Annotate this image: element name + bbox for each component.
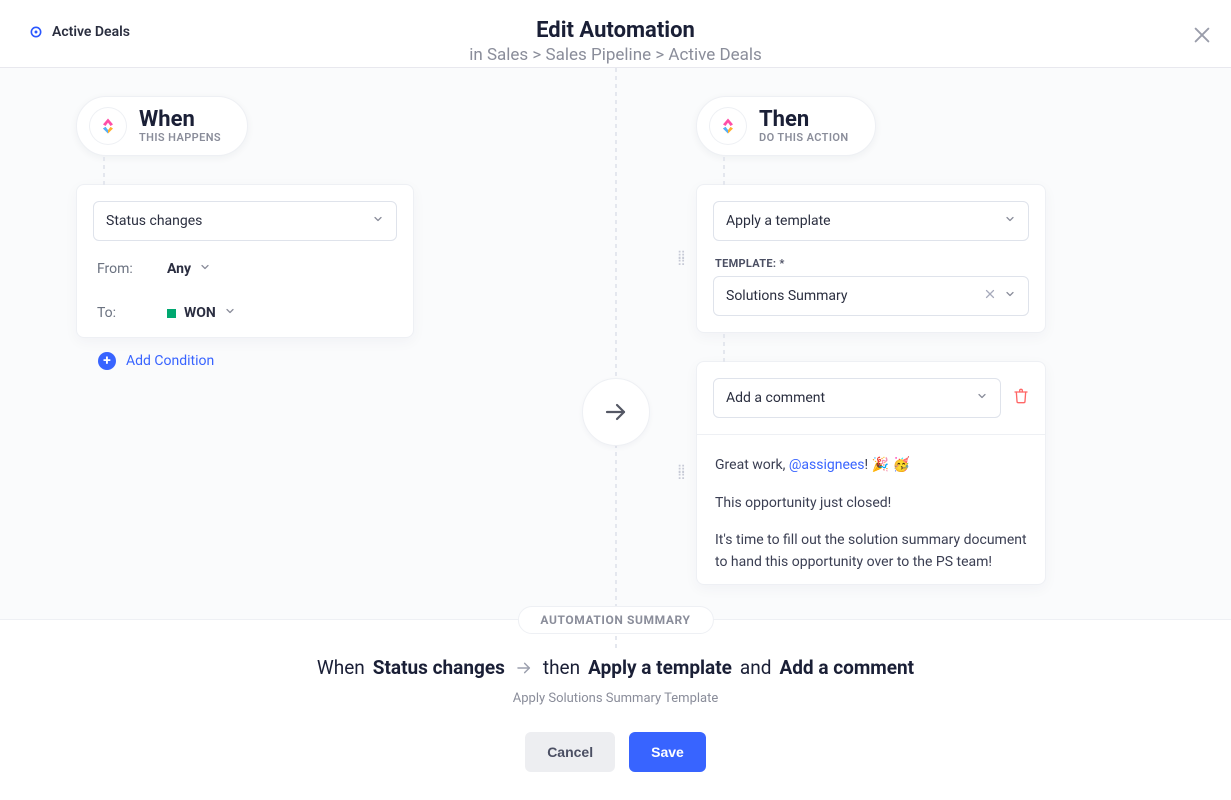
plus-circle-icon: + (98, 352, 116, 370)
save-button[interactable]: Save (629, 732, 706, 772)
title-block: Edit Automation in Sales > Sales Pipelin… (469, 18, 762, 65)
connector-line (723, 157, 725, 185)
mention-assignees[interactable]: @assignees (789, 457, 865, 473)
from-value: Any (167, 261, 191, 277)
drag-handle-icon[interactable]: ⠿⠿ (677, 467, 687, 479)
direction-arrow-icon (582, 378, 650, 446)
summary-action-1: Apply a template (588, 656, 732, 679)
clickup-logo-icon (709, 107, 747, 145)
location-text: Active Deals (52, 24, 130, 40)
then-column: Then DO THIS ACTION ⠿⠿ Apply a template … (696, 96, 1136, 585)
from-label: From: (97, 261, 147, 277)
chevron-down-icon (1004, 288, 1016, 304)
comment-text: It's time to fill out the solution summa… (715, 530, 1027, 573)
vertical-divider (615, 68, 617, 651)
when-title: When (139, 108, 221, 131)
then-title: Then (759, 108, 849, 131)
from-row: From: Any (93, 251, 397, 277)
status-color-swatch (167, 309, 176, 318)
chevron-down-icon (1004, 213, 1016, 229)
add-condition-label: Add Condition (126, 353, 214, 369)
template-select[interactable]: Solutions Summary (713, 276, 1029, 316)
automation-canvas: When THIS HAPPENS Status changes From: A… (0, 68, 1231, 620)
cancel-button[interactable]: Cancel (525, 732, 615, 772)
to-value-select[interactable]: WON (167, 305, 236, 321)
summary-badge: AUTOMATION SUMMARY (517, 606, 713, 634)
summary-detail: Apply Solutions Summary Template (0, 691, 1231, 706)
summary-then-prefix: then (543, 656, 580, 679)
chevron-down-icon (199, 261, 211, 277)
clear-template-button[interactable] (984, 288, 996, 304)
comment-editor[interactable]: Great work, @assignees! 🎉 🥳 This opportu… (697, 434, 1045, 584)
action-select[interactable]: Apply a template (713, 201, 1029, 241)
modal-header: Active Deals Edit Automation in Sales > … (0, 0, 1231, 68)
page-subtitle: in Sales > Sales Pipeline > Active Deals (469, 45, 762, 65)
summary-action-2: Add a comment (779, 656, 914, 679)
action-select[interactable]: Add a comment (713, 378, 1001, 418)
drag-handle-icon[interactable]: ⠿⠿ (677, 253, 687, 265)
action-card-apply-template: ⠿⠿ Apply a template TEMPLATE: * Solution… (696, 184, 1046, 333)
to-label: To: (97, 305, 147, 321)
to-row: To: WON (93, 295, 397, 321)
comment-text: This opportunity just closed! (715, 493, 1027, 515)
then-subtitle: DO THIS ACTION (759, 131, 849, 144)
chevron-down-icon (372, 213, 384, 229)
chevron-down-icon (976, 390, 988, 406)
add-condition-button[interactable]: + Add Condition (98, 352, 516, 370)
action-select-value: Apply a template (726, 213, 831, 229)
connector-line (723, 334, 725, 362)
when-column: When THIS HAPPENS Status changes From: A… (76, 96, 516, 370)
clickup-logo-icon (89, 107, 127, 145)
action-select-value: Add a comment (726, 390, 825, 406)
comment-text: Great work, (715, 457, 789, 473)
close-button[interactable] (1191, 24, 1213, 46)
location-pin-icon (28, 24, 44, 40)
chevron-down-icon (224, 305, 236, 321)
summary-when-prefix: When (317, 656, 365, 679)
trigger-card: Status changes From: Any To: WON (76, 184, 414, 338)
when-pill: When THIS HAPPENS (76, 96, 248, 156)
location-breadcrumb: Active Deals (28, 24, 130, 40)
from-value-select[interactable]: Any (167, 261, 211, 277)
template-label: TEMPLATE: * (715, 257, 1029, 270)
to-value: WON (184, 305, 216, 321)
trigger-select-value: Status changes (106, 213, 202, 229)
summary-and: and (740, 656, 772, 679)
comment-text: ! 🎉 🥳 (865, 457, 910, 473)
automation-summary: AUTOMATION SUMMARY When Status changes t… (0, 620, 1231, 772)
trigger-select[interactable]: Status changes (93, 201, 397, 241)
summary-sentence: When Status changes then Apply a templat… (0, 656, 1231, 679)
action-card-add-comment: ⠿⠿ Add a comment G (696, 361, 1046, 585)
summary-trigger: Status changes (373, 656, 505, 679)
delete-action-button[interactable] (1013, 387, 1029, 409)
then-pill: Then DO THIS ACTION (696, 96, 876, 156)
arrow-right-icon (513, 656, 535, 679)
connector-line (103, 157, 105, 185)
template-selected-value: Solutions Summary (726, 288, 848, 304)
page-title: Edit Automation (469, 18, 762, 43)
footer-actions: Cancel Save (0, 732, 1231, 772)
when-subtitle: THIS HAPPENS (139, 131, 221, 144)
